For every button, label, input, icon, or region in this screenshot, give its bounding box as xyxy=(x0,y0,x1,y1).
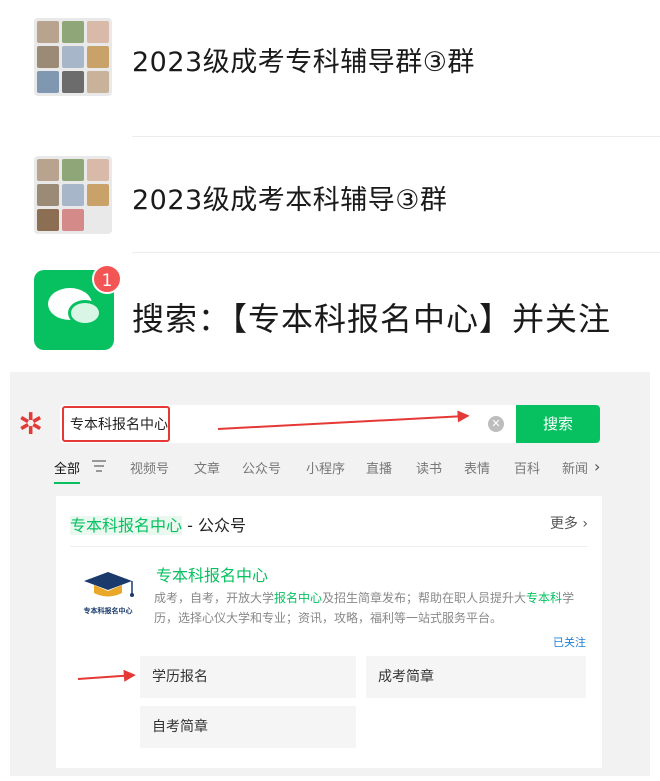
chat-name: 2023级成考本科辅导③群 xyxy=(132,185,448,216)
followed-status: 已关注 xyxy=(553,636,586,649)
tab-books[interactable]: 读书 xyxy=(416,458,442,477)
page: 2023级成考专科辅导群③群 2023级成考本科辅导③群 1 搜索：【专本科报名… xyxy=(0,0,660,781)
clear-icon[interactable]: ✕ xyxy=(488,416,504,432)
group-avatar xyxy=(34,18,112,96)
result-header-suffix: - 公众号 xyxy=(182,516,246,535)
account-name[interactable]: 专本科报名中心 xyxy=(156,562,268,586)
account-logo[interactable]: 专本科报名中心 xyxy=(76,570,140,626)
more-link[interactable]: 更多 › xyxy=(550,513,588,533)
menu-chengkao-jianzhang[interactable]: 成考简章 xyxy=(366,656,586,698)
search-value: 专本科报名中心 xyxy=(70,417,168,433)
tab-articles[interactable]: 文章 xyxy=(194,458,220,477)
search-button[interactable]: 搜索 xyxy=(516,405,600,443)
result-card: 专本科报名中心 - 公众号 更多 › 专本科报名中心 专本科报名中心 成考，自考… xyxy=(56,496,602,768)
tab-all[interactable]: 全部 xyxy=(54,458,80,477)
divider xyxy=(132,252,660,253)
tab-live[interactable]: 直播 xyxy=(366,458,392,477)
tab-official-accounts[interactable]: 公众号 xyxy=(242,458,281,477)
tab-news[interactable]: 新闻 xyxy=(562,458,590,477)
logo-text: 专本科报名中心 xyxy=(83,607,133,615)
chevron-right-icon[interactable]: › xyxy=(594,457,600,476)
graduation-cap-icon xyxy=(84,572,134,597)
account-description: 成考，自考，开放大学报名中心及招生简章发布；帮助在职人员提升大专本科学历，选择心… xyxy=(154,591,575,625)
tab-encyclopedia[interactable]: 百科 xyxy=(514,458,540,477)
divider xyxy=(132,136,660,137)
search-screenshot: ✲ 专本科报名中心 ✕ 搜索 全部 视频号 文章 公众号 小程序 直播 读书 表… xyxy=(10,372,650,776)
chat-item-benke-group[interactable]: 2023级成考本科辅导③群 xyxy=(0,138,660,248)
search-notice: 1 搜索：【专本科报名中心】并关注 xyxy=(0,258,660,358)
search-tabs: 全部 视频号 文章 公众号 小程序 直播 读书 表情 百科 新闻 › xyxy=(54,457,614,484)
menu-xueli-baoming[interactable]: 学历报名 xyxy=(140,656,356,698)
chat-item-zhuanke-group[interactable]: 2023级成考专科辅导群③群 xyxy=(0,0,660,110)
tab-mini-programs[interactable]: 小程序 xyxy=(306,458,345,477)
divider xyxy=(70,546,588,547)
result-header-highlight: 专本科报名中心 xyxy=(70,516,183,535)
tab-underline xyxy=(54,482,80,484)
menu-zikao-jianzhang[interactable]: 自考简章 xyxy=(140,706,356,748)
tab-stickers[interactable]: 表情 xyxy=(464,458,490,477)
asterisk-icon: ✲ xyxy=(18,407,44,442)
group-avatar xyxy=(34,156,112,234)
chat-name: 2023级成考专科辅导群③群 xyxy=(132,47,475,78)
result-header: 专本科报名中心 - 公众号 xyxy=(70,512,246,536)
notice-text: 搜索：【专本科报名中心】并关注 xyxy=(132,300,612,338)
filter-icon[interactable] xyxy=(92,460,106,472)
unread-badge: 1 xyxy=(92,264,122,294)
tab-video[interactable]: 视频号 xyxy=(130,458,169,477)
